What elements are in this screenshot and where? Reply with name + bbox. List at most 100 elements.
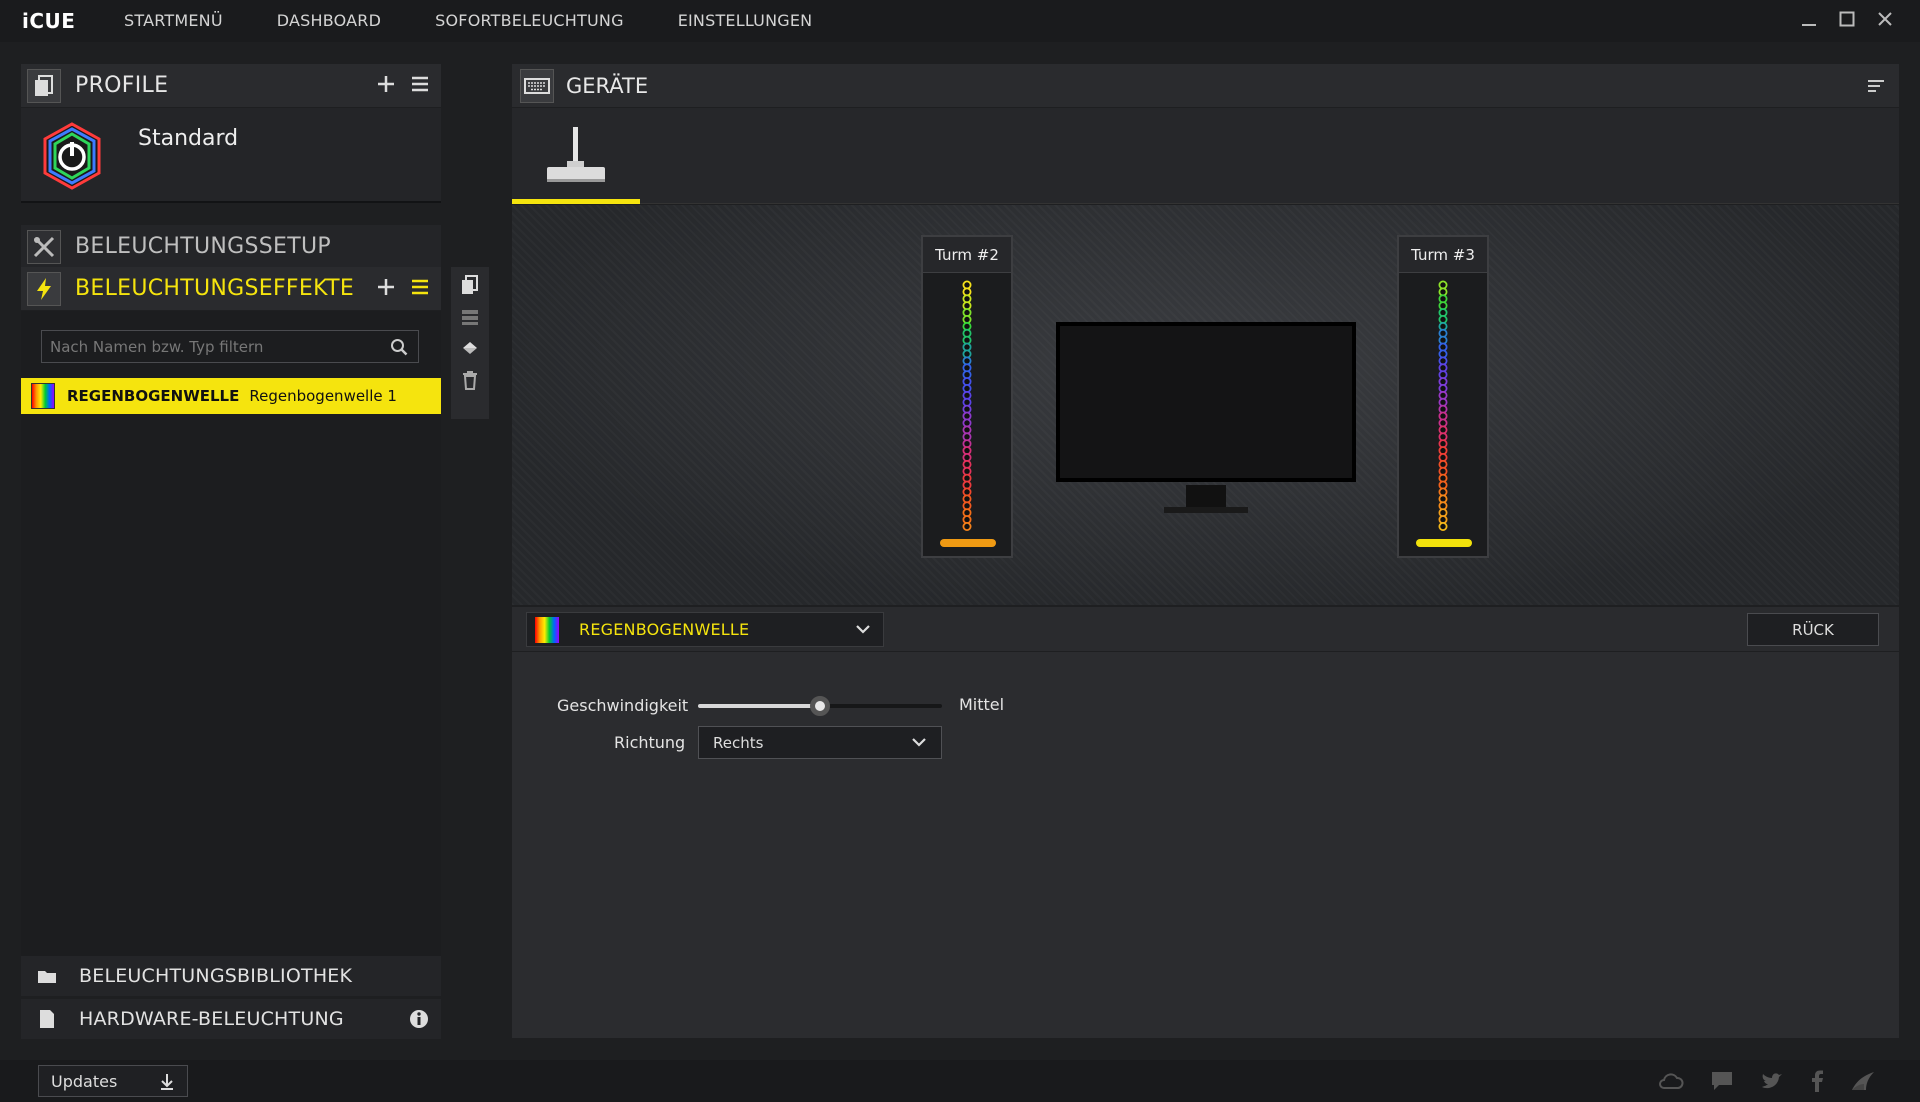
hardware-icon-box — [35, 1009, 59, 1029]
status-bar: Updates — [0, 1060, 1920, 1102]
speed-label: Geschwindigkeit — [557, 696, 689, 715]
speed-value: Mittel — [959, 695, 1005, 714]
back-button[interactable]: RÜCK — [1747, 613, 1879, 646]
lighting-effects-icon-box — [27, 271, 61, 306]
updates-button[interactable]: Updates — [38, 1065, 188, 1097]
profiles-header: PROFILE — [21, 64, 441, 107]
direction-select[interactable]: Rechts — [698, 726, 942, 759]
lighting-setup-header[interactable]: BELEUCHTUNGSSETUP — [21, 225, 441, 268]
speed-slider-handle[interactable] — [810, 696, 830, 716]
rainbow-swatch-icon — [31, 383, 55, 409]
add-effect-icon[interactable] — [375, 276, 397, 298]
app-logo: iCUE — [22, 9, 76, 33]
tower-2-label: Turm #2 — [923, 237, 1011, 273]
profile-item[interactable]: Standard — [21, 108, 441, 203]
lightning-icon — [37, 277, 51, 300]
library-icon-box — [35, 968, 59, 984]
devices-header: GERÄTE — [512, 64, 1899, 107]
profiles-title: PROFILE — [75, 73, 169, 98]
chevron-down-icon — [912, 738, 926, 747]
direction-label: Richtung — [614, 733, 686, 752]
lighting-library-row[interactable]: BELEUCHTUNGSBIBLIOTHEK — [21, 956, 441, 996]
device-tab-active-indicator — [512, 199, 640, 204]
devices-icon-box — [520, 68, 554, 103]
cloud-icon[interactable] — [1658, 1070, 1684, 1092]
tower-3-led-strip — [1416, 280, 1472, 547]
maximize-icon — [1839, 11, 1855, 27]
effect-filter — [41, 330, 419, 363]
monitor-graphic — [1056, 322, 1356, 482]
effect-editor-bar: REGENBOGENWELLE RÜCK — [512, 607, 1899, 651]
add-profile-icon[interactable] — [375, 73, 397, 95]
corsair-sails-icon[interactable] — [1850, 1070, 1876, 1092]
effects-menu-icon[interactable] — [409, 276, 431, 298]
nav-dashboard[interactable]: DASHBOARD — [277, 0, 381, 42]
twitter-icon[interactable] — [1760, 1071, 1784, 1091]
chevron-down-icon — [856, 625, 870, 634]
devices-menu-icon[interactable] — [1867, 78, 1885, 94]
profiles-actions — [375, 73, 431, 95]
search-icon[interactable] — [390, 338, 408, 356]
layers-icon[interactable] — [460, 308, 480, 326]
device-tab-lighting-node[interactable] — [512, 108, 640, 204]
memory-card-icon — [40, 1010, 54, 1028]
icue-profile-icon — [43, 122, 101, 190]
folder-icon — [38, 971, 56, 983]
facebook-icon[interactable] — [1810, 1070, 1824, 1092]
updates-label: Updates — [51, 1071, 118, 1091]
hardware-lighting-title: HARDWARE-BELEUCHTUNG — [79, 1008, 344, 1030]
copy-icon[interactable] — [461, 275, 479, 295]
tower-3-label: Turm #3 — [1399, 237, 1487, 273]
download-icon — [161, 1074, 173, 1090]
effect-type: REGENBOGENWELLE — [67, 387, 240, 405]
effects-list-area: REGENBOGENWELLE Regenbogenwelle 1 — [21, 311, 441, 956]
tools-icon — [33, 236, 55, 257]
info-icon[interactable] — [409, 1009, 429, 1029]
selected-effect-label: REGENBOGENWELLE — [579, 620, 750, 639]
maximize-button[interactable] — [1836, 8, 1858, 30]
close-button[interactable] — [1874, 8, 1896, 30]
device-preview: Turm #2 Turm #3 — [512, 205, 1899, 605]
title-bar: iCUE STARTMENÜ DASHBOARD SOFORTBELEUCHTU… — [0, 0, 1920, 42]
tower-3-base-led — [1416, 539, 1472, 547]
effect-filter-input[interactable] — [42, 331, 372, 362]
tower-3-led — [1438, 521, 1448, 531]
close-icon — [1878, 12, 1892, 26]
minimize-icon — [1802, 24, 1816, 26]
device-strip — [512, 108, 1899, 204]
tower-2-led-strip — [940, 280, 996, 547]
devices-title: GERÄTE — [566, 73, 649, 98]
effect-type-select[interactable]: REGENBOGENWELLE — [526, 612, 884, 647]
monitor-stand — [1164, 485, 1248, 513]
keyboard-icon — [524, 77, 550, 94]
move-updown-icon[interactable] — [460, 339, 480, 357]
trash-icon[interactable] — [461, 370, 479, 390]
main-nav: STARTMENÜ DASHBOARD SOFORTBELEUCHTUNG EI… — [124, 0, 866, 42]
chat-icon[interactable] — [1710, 1070, 1734, 1092]
lighting-setup-title: BELEUCHTUNGSSETUP — [75, 234, 331, 259]
speed-slider-fill — [698, 704, 820, 708]
tower-2-base-led — [940, 539, 996, 547]
tower-2-led — [962, 521, 972, 531]
nav-startmenu[interactable]: STARTMENÜ — [124, 0, 223, 42]
profiles-menu-icon[interactable] — [409, 73, 431, 95]
lighting-effects-title: BELEUCHTUNGSEFFEKTE — [75, 276, 355, 301]
tower-3[interactable]: Turm #3 — [1397, 235, 1489, 558]
lighting-node-device-icon — [547, 127, 605, 182]
nav-settings[interactable]: EINSTELLUNGEN — [678, 0, 813, 42]
direction-value: Rechts — [713, 733, 764, 752]
minimize-button[interactable] — [1798, 8, 1820, 30]
effects-actions — [375, 276, 431, 298]
effects-side-toolbar — [451, 267, 489, 419]
effect-list-item[interactable]: REGENBOGENWELLE Regenbogenwelle 1 — [21, 378, 441, 414]
hardware-lighting-row[interactable]: HARDWARE-BELEUCHTUNG — [21, 999, 441, 1039]
speed-slider[interactable] — [698, 696, 942, 716]
lighting-library-title: BELEUCHTUNGSBIBLIOTHEK — [79, 965, 353, 987]
tower-2[interactable]: Turm #2 — [921, 235, 1013, 558]
lighting-effects-header: BELEUCHTUNGSEFFEKTE — [21, 267, 441, 310]
profiles-icon-box — [27, 68, 61, 103]
tower-3-leds — [1438, 280, 1448, 531]
nav-instant-lighting[interactable]: SOFORTBELEUCHTUNG — [435, 0, 624, 42]
window-controls — [1798, 8, 1896, 30]
social-links — [1658, 1070, 1876, 1092]
